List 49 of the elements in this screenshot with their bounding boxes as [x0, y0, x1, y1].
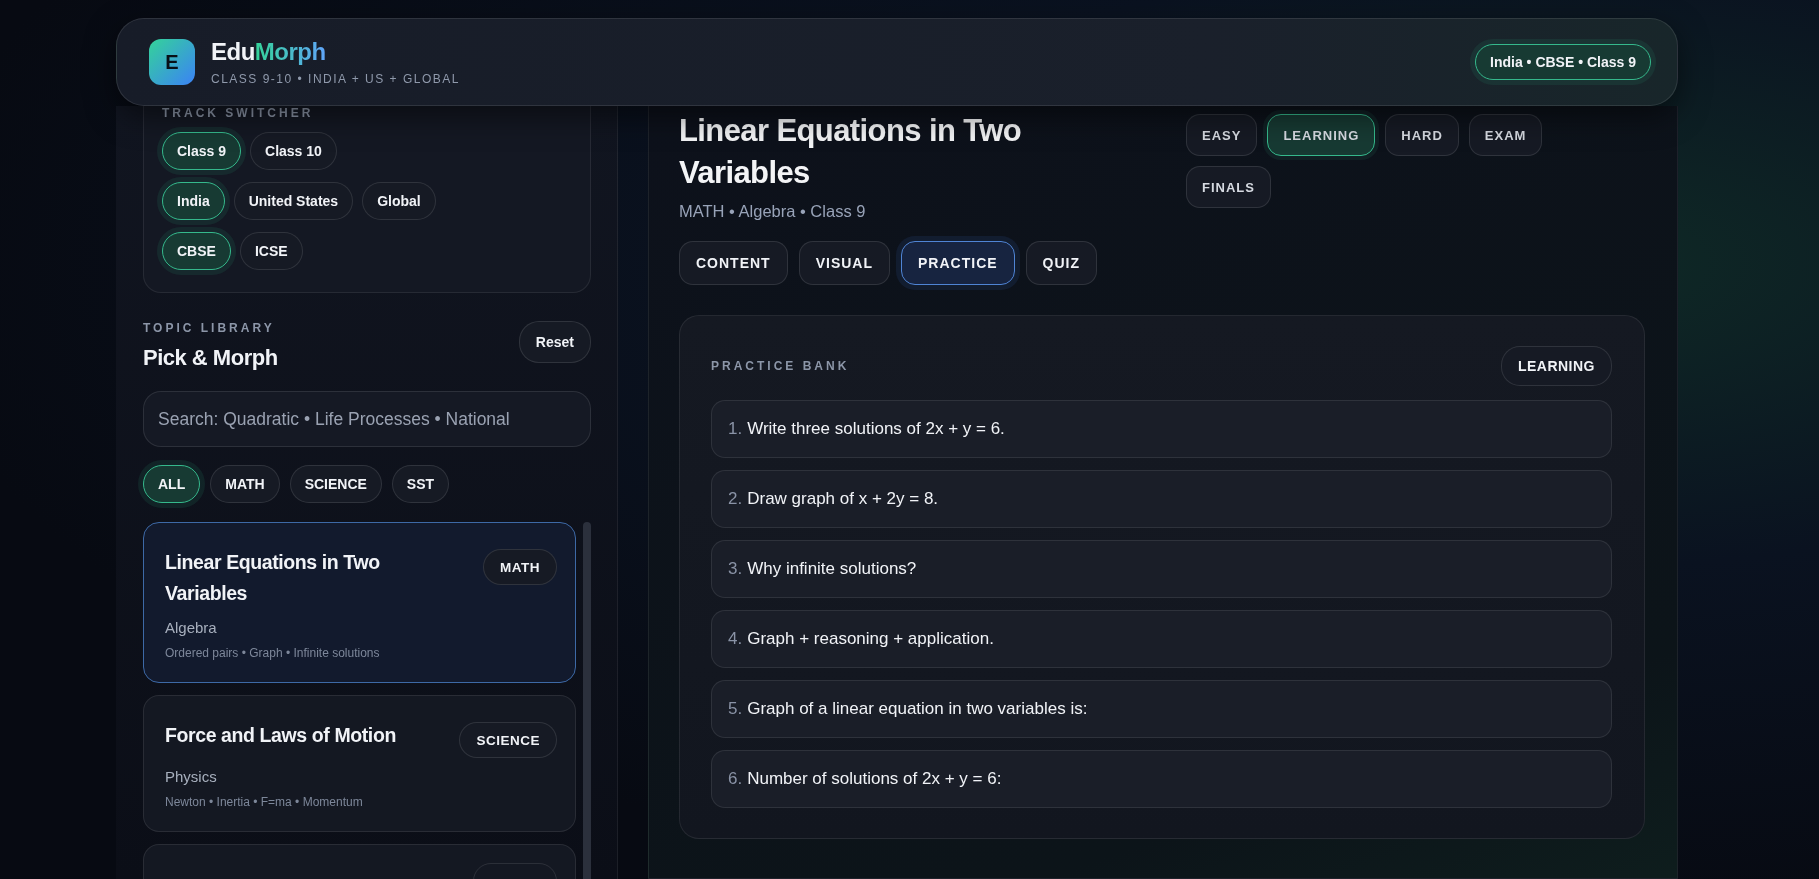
track-chip[interactable]: India — [162, 182, 225, 220]
view-tab[interactable]: QUIZ — [1025, 241, 1098, 285]
topic-title: Linear Equations in Two Variables — [165, 550, 381, 606]
view-tab[interactable]: PRACTICE — [901, 241, 1015, 285]
practice-question[interactable]: 6. Number of solutions of 2x + y = 6: — [711, 750, 1612, 808]
track-chip[interactable]: Class 9 — [162, 132, 242, 170]
subject-badge: SCIENCE — [459, 722, 557, 758]
level-badge: LEARNING — [1500, 346, 1612, 386]
topic-meta: MATH • Algebra • Class 9 — [679, 202, 867, 221]
track-badge: India • CBSE • Class 9 — [1475, 44, 1651, 80]
filter-chip[interactable]: SCIENCE — [289, 465, 382, 503]
track-chip[interactable]: CBSE — [162, 232, 231, 270]
subject-badge: MATH — [483, 549, 557, 585]
topic-keywords: Ordered pairs • Graph • Infinite solutions — [165, 646, 381, 660]
difficulty-chip[interactable]: EXAM — [1468, 114, 1543, 156]
topic-keywords: Newton • Inertia • F=ma • Momentum — [165, 795, 364, 809]
practice-question[interactable]: 4. Graph + reasoning + application. — [711, 610, 1612, 668]
search-field[interactable]: Search: Quadratic • Life Processes • National — [143, 391, 591, 447]
track-chip[interactable]: Class 10 — [250, 132, 337, 170]
difficulty-chip[interactable]: HARD — [1385, 114, 1459, 156]
practice-question[interactable]: 1. Write three solutions of 2x + y = 6. — [711, 400, 1612, 458]
topic-card[interactable]: Force and Laws of Motion SCIENCE Physics Newton • Inertia • F=ma • Momentum — [143, 695, 576, 832]
topic-heading: Linear Equations in Two Variables — [679, 112, 1023, 192]
filter-chip[interactable]: MATH — [210, 465, 280, 503]
section-label: TRACK SWITCHER — [162, 106, 315, 120]
track-chip[interactable]: United States — [233, 182, 354, 220]
scrollbar[interactable] — [583, 522, 591, 879]
section-title: Pick & Morph — [143, 345, 278, 371]
reset-button[interactable]: Reset — [518, 321, 591, 363]
section-label: TOPIC LIBRARY — [143, 321, 276, 335]
topic-card[interactable]: Linear Equations in Two Variables MATH Algebra Ordered pairs • Graph • Infinite solutions — [143, 522, 576, 683]
topic-title: Force and Laws of Motion — [165, 723, 397, 748]
topic-chapter: Algebra — [165, 619, 218, 636]
section-label: PRACTICE BANK — [711, 359, 850, 373]
practice-question[interactable]: 2. Draw graph of x + 2y = 8. — [711, 470, 1612, 528]
practice-question[interactable]: 3. Why infinite solutions? — [711, 540, 1612, 598]
app-logo: E — [149, 39, 195, 85]
difficulty-chip[interactable]: EASY — [1186, 114, 1258, 156]
track-chip[interactable]: Global — [362, 182, 436, 220]
view-tab[interactable]: CONTENT — [679, 241, 788, 285]
filter-chip[interactable]: ALL — [143, 465, 201, 503]
topic-chapter: Physics — [165, 768, 218, 785]
app-tagline: CLASS 9-10 • INDIA + US + GLOBAL — [211, 72, 460, 86]
view-tab[interactable]: VISUAL — [798, 241, 890, 285]
filter-chip[interactable]: SST — [391, 465, 450, 503]
practice-question[interactable]: 5. Graph of a linear equation in two variables is: — [711, 680, 1612, 738]
track-chip[interactable]: ICSE — [239, 232, 303, 270]
difficulty-chip[interactable]: LEARNING — [1267, 114, 1376, 156]
difficulty-chip[interactable]: FINALS — [1186, 166, 1271, 208]
